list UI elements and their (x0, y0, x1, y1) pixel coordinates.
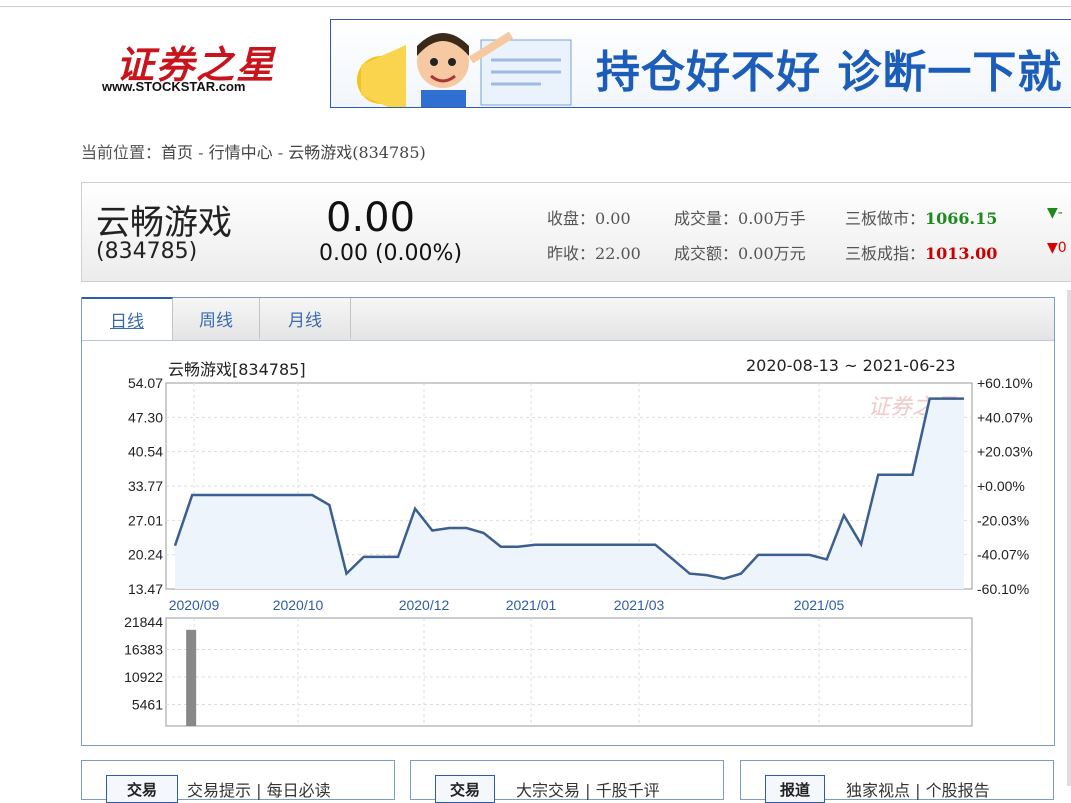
box-tag: 报道 (765, 775, 825, 803)
down-arrow-icon: ▼0 (1047, 240, 1067, 256)
volume-area (166, 618, 972, 726)
price-chart[interactable]: 54.07 +60.10% 47.30 +40.07% 40.54 +20.03% 33.7… (82, 298, 1054, 745)
scrollbar-edge (1067, 290, 1071, 786)
y-tick-label: 33.77 (128, 478, 163, 494)
y-tick-label: 27.01 (128, 512, 163, 528)
info-box-block-trade[interactable]: 交易 大宗交易 | 千股千评 (410, 760, 724, 800)
y-tick-label: 20.24 (128, 547, 163, 563)
y-tick-label-right: -60.10% (977, 581, 1029, 597)
y-tick-label: 13.47 (128, 581, 163, 597)
x-tick-label: 2021/01 (506, 597, 557, 613)
volume-bar (186, 630, 196, 726)
banner-ad[interactable]: 持仓好不好 诊断一下就 (330, 19, 1071, 108)
volume-tick-label: 16383 (124, 642, 163, 658)
y-tick-label-right: -40.07% (977, 547, 1029, 563)
stock-code: (834785) (96, 239, 197, 264)
stock-change: 0.00 (0.00%) (319, 241, 462, 266)
info-box-reports[interactable]: 报道 独家视点 | 个股报告 (740, 760, 1054, 800)
breadcrumb-prefix: 当前位置： (81, 143, 161, 162)
amount-field: 成交额：0.00万元 (674, 240, 806, 264)
info-box-trade-tips[interactable]: 交易 交易提示 | 每日必读 (81, 760, 395, 800)
volume-field: 成交量：0.00万手 (674, 205, 806, 229)
prev-close-field: 昨收：22.00 (547, 240, 641, 264)
stock-price: 0.00 (326, 195, 415, 241)
breadcrumb-stock[interactable]: 云畅游戏(834785) (288, 143, 426, 162)
x-tick-label: 2020/09 (169, 597, 220, 613)
y-tick-label: 54.07 (128, 375, 163, 391)
composite-index[interactable]: 三板成指：1013.00 (845, 240, 997, 264)
top-divider (0, 6, 1071, 7)
breadcrumb-home[interactable]: 首页 (161, 143, 193, 162)
x-tick-label: 2021/03 (614, 597, 665, 613)
box-tag: 交易 (435, 775, 495, 803)
y-tick-label-right: -20.03% (977, 512, 1029, 528)
box-tag: 交易 (106, 775, 178, 803)
stock-name: 云畅游戏 (96, 195, 232, 244)
y-tick-label: 40.54 (128, 444, 163, 460)
y-tick-label-right: +40.07% (977, 409, 1033, 425)
breadcrumb: 当前位置：首页 - 行情中心 - 云畅游戏(834785) (81, 139, 426, 163)
breadcrumb-market[interactable]: 行情中心 (209, 143, 273, 162)
market-maker-index[interactable]: 三板做市：1066.15 (845, 205, 997, 229)
x-tick-label: 2021/05 (794, 597, 845, 613)
x-tick-label: 2020/10 (273, 597, 324, 613)
volume-tick-label: 21844 (124, 614, 163, 630)
y-tick-label: 47.30 (128, 409, 163, 425)
box-links[interactable]: 大宗交易 | 千股千评 (516, 777, 660, 801)
close-field: 收盘：0.00 (547, 205, 631, 229)
volume-tick-label: 5461 (132, 697, 163, 713)
banner-text: 持仓好不好 诊断一下就 (596, 36, 1062, 100)
quote-summary: 云畅游戏 (834785) 0.00 0.00 (0.00%) 收盘：0.00 … (81, 182, 1071, 282)
y-tick-label-right: +0.00% (977, 478, 1025, 494)
volume-tick-label: 10922 (124, 669, 163, 685)
y-tick-label-right: +20.03% (977, 444, 1033, 460)
box-links[interactable]: 交易提示 | 每日必读 (187, 777, 331, 801)
banner-cartoon-icon (331, 20, 591, 108)
chart-panel: 日线 周线 月线 云畅游戏[834785] 2020-08-13 ~ 2021-… (81, 297, 1055, 746)
x-tick-label: 2020/12 (399, 597, 450, 613)
breadcrumb-sep: - (193, 143, 209, 162)
breadcrumb-sep: - (273, 143, 289, 162)
box-links[interactable]: 独家视点 | 个股报告 (846, 777, 990, 801)
site-logo-url[interactable]: www.STOCKSTAR.com (102, 79, 246, 94)
down-arrow-icon: ▼- (1047, 205, 1063, 221)
y-tick-label-right: +60.10% (977, 375, 1033, 391)
